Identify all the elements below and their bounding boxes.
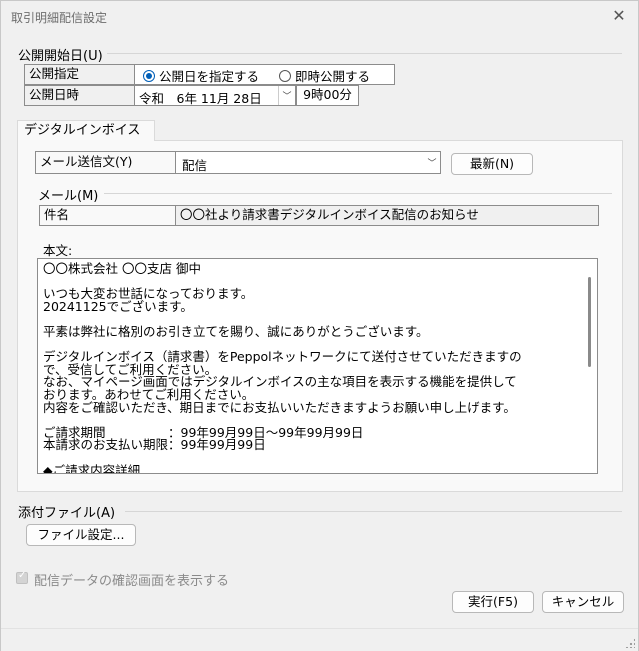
status-bar <box>1 628 638 651</box>
attachment-divider <box>125 511 622 512</box>
publish-group-label: 公開開始日(U) <box>18 49 103 64</box>
radio-immediate-label: 即時公開する <box>295 69 371 84</box>
attachment-group-label: 添付ファイル(A) <box>18 506 116 521</box>
dialog-window: 取引明細配信設定 ✕ 公開開始日(U) 公開指定 公開日を指定する 即時公開する… <box>0 0 639 651</box>
radio-specify-date[interactable]: 公開日を指定する <box>143 66 259 85</box>
window-title: 取引明細配信設定 <box>11 11 108 25</box>
close-icon[interactable]: ✕ <box>608 5 630 27</box>
confirm-checkbox-label: 配信データの確認画面を表示する <box>34 574 230 589</box>
body-scrollbar[interactable] <box>588 277 591 367</box>
mail-template-select[interactable]: 配信 ﹀ <box>175 151 441 174</box>
cancel-button[interactable]: キャンセル <box>542 591 624 613</box>
file-settings-button[interactable]: ファイル設定... <box>26 524 136 546</box>
mail-group-label: メール(M) <box>38 189 99 204</box>
publish-date-label: 公開日時 <box>24 85 135 106</box>
mail-template-value: 配信 <box>182 158 208 173</box>
subject-label: 件名 <box>39 205 176 226</box>
tab-join <box>18 139 154 141</box>
mail-template-label: メール送信文(Y) <box>35 151 176 174</box>
body-label: 本文: <box>43 243 73 258</box>
refresh-button[interactable]: 最新(N) <box>451 153 533 175</box>
radio-specify-date-label: 公開日を指定する <box>159 69 260 84</box>
radio-immediate-dot[interactable] <box>279 69 291 82</box>
title-bar: 取引明細配信設定 ✕ <box>1 1 638 31</box>
radio-immediate[interactable]: 即時公開する <box>279 66 370 85</box>
confirm-checkbox[interactable] <box>16 570 28 584</box>
resize-grip-icon[interactable] <box>625 638 635 648</box>
subject-field[interactable]: 〇〇社より請求書デジタルインボイス配信のお知らせ <box>175 205 599 226</box>
publish-time-field[interactable]: 9時00分 <box>296 85 359 106</box>
publish-date-value: 令和 6年 11月 28日 <box>139 91 262 106</box>
publish-mode-label: 公開指定 <box>24 64 135 85</box>
chevron-down-icon[interactable]: ﹀ <box>278 86 295 105</box>
publish-date-picker[interactable]: 令和 6年 11月 28日 ﹀ <box>134 85 296 106</box>
mail-divider <box>104 193 612 194</box>
execute-button[interactable]: 実行(F5) <box>452 591 534 613</box>
body-textarea[interactable]: 〇〇株式会社 〇〇支店 御中 いつも大変お世話になっております。 2024112… <box>37 258 598 474</box>
radio-specify-date-dot[interactable] <box>143 69 155 82</box>
tab-digital-invoice[interactable]: デジタルインボイス <box>17 120 155 141</box>
chevron-down-icon[interactable]: ﹀ <box>424 152 440 173</box>
publish-divider <box>107 53 622 54</box>
body-text: 〇〇株式会社 〇〇支店 御中 いつも大変お世話になっております。 2024112… <box>43 261 522 474</box>
